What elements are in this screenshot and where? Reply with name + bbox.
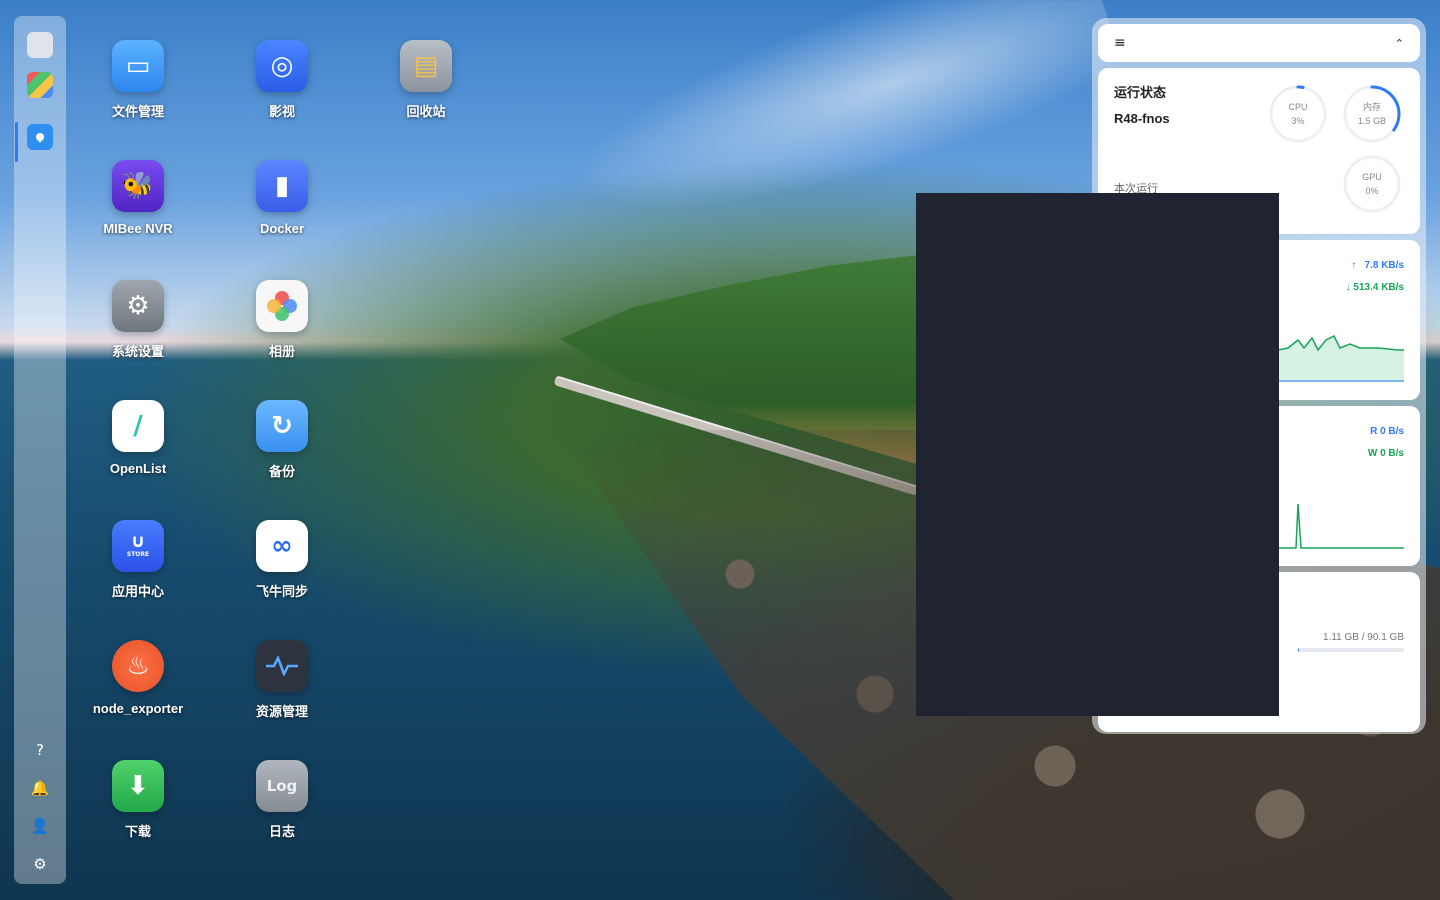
app-resource-monitor[interactable]: 资源管理 xyxy=(230,640,334,720)
dock-files-icon[interactable] xyxy=(27,32,53,58)
dock: ? 🔔 👤 ⚙ xyxy=(14,16,66,884)
folder-icon: ▭ xyxy=(112,40,164,92)
petals-graphic xyxy=(267,291,297,321)
gear-icon[interactable]: ⚙ xyxy=(30,854,50,874)
backup-icon: ↻ xyxy=(256,400,308,452)
cpu-label: CPU xyxy=(1288,102,1308,112)
app-label: 系统设置 xyxy=(111,344,164,359)
prometheus-icon: ♨ xyxy=(112,640,164,692)
app-label: 飞牛同步 xyxy=(255,584,308,599)
app-label: 文件管理 xyxy=(111,104,164,119)
settings-icon: ⚙ xyxy=(112,280,164,332)
film-camera-icon: ◎ xyxy=(256,40,308,92)
gpu-label: GPU xyxy=(1362,172,1382,182)
app-label: 影视 xyxy=(268,104,295,119)
bee-icon: 🐝 xyxy=(112,160,164,212)
user-icon[interactable]: 👤 xyxy=(30,816,50,836)
app-label: 下载 xyxy=(124,824,151,839)
gpu-value: 0% xyxy=(1365,186,1379,196)
openlist-icon: ∕ xyxy=(112,400,164,452)
pulse-monitor-icon xyxy=(256,640,308,692)
dark-window[interactable] xyxy=(916,193,1279,716)
app-recycle-bin[interactable]: ▤ 回收站 xyxy=(374,40,478,120)
app-label: 资源管理 xyxy=(255,704,308,719)
app-logs[interactable]: Log 日志 xyxy=(230,760,334,840)
storage-usage: 1.11 GB / 90.1 GB xyxy=(1323,632,1404,643)
memory-label: 内存 xyxy=(1362,102,1381,112)
cpu-gauge: CPU 3% xyxy=(1268,84,1328,144)
app-store[interactable]: ∪ STORE 应用中心 xyxy=(86,520,190,600)
list-menu-icon[interactable]: ≡ xyxy=(1114,35,1126,51)
download-icon: ⬇ xyxy=(112,760,164,812)
app-openlist[interactable]: ∕ OpenList xyxy=(86,400,190,476)
app-sync[interactable]: ∞ 飞牛同步 xyxy=(230,520,334,600)
memory-value: 1.5 GB xyxy=(1357,116,1386,126)
app-mibee-nvr[interactable]: 🐝 MIBee NVR xyxy=(86,160,190,236)
log-badge: Log xyxy=(266,777,298,795)
pulse-graphic xyxy=(266,656,298,676)
app-label: 相册 xyxy=(268,344,295,359)
gpu-gauge: GPU 0% xyxy=(1342,154,1402,214)
sync-icon: ∞ xyxy=(256,520,308,572)
app-file-manager[interactable]: ▭ 文件管理 xyxy=(86,40,190,120)
cpu-value: 3% xyxy=(1291,116,1305,126)
store-badge: STORE xyxy=(126,551,150,558)
docker-whale-icon: ▮ xyxy=(256,160,308,212)
app-photos[interactable]: 相册 xyxy=(230,280,334,360)
app-node-exporter[interactable]: ♨ node_exporter xyxy=(86,640,190,716)
storage-fill xyxy=(1298,648,1300,652)
app-label: node_exporter xyxy=(92,701,184,716)
app-label: 备份 xyxy=(268,464,295,479)
app-label: 回收站 xyxy=(406,104,446,119)
dock-grid-icon[interactable] xyxy=(27,72,53,98)
bell-icon[interactable]: 🔔 xyxy=(30,778,50,798)
app-label: OpenList xyxy=(109,461,167,476)
trash-icon: ▤ xyxy=(400,40,452,92)
app-label: 应用中心 xyxy=(111,584,164,599)
dock-location-pin-icon[interactable] xyxy=(15,122,53,162)
photo-petals-icon xyxy=(256,280,308,332)
app-video[interactable]: ◎ 影视 xyxy=(230,40,334,120)
app-label: MIBee NVR xyxy=(103,221,173,236)
help-icon[interactable]: ? xyxy=(30,740,50,760)
active-indicator xyxy=(15,122,18,162)
widget-header: ≡ ⌃ xyxy=(1098,24,1420,62)
memory-gauge: 内存 1.5 GB xyxy=(1342,84,1402,144)
store-bag-icon: ∪ STORE xyxy=(112,520,164,572)
chevron-double-up-icon[interactable]: ⌃ xyxy=(1395,37,1404,50)
app-backup[interactable]: ↻ 备份 xyxy=(230,400,334,480)
app-download[interactable]: ⬇ 下载 xyxy=(86,760,190,840)
app-label: 日志 xyxy=(268,824,295,839)
app-docker[interactable]: ▮ Docker xyxy=(230,160,334,236)
dock-bottom: ? 🔔 👤 ⚙ xyxy=(14,740,66,874)
log-icon: Log xyxy=(256,760,308,812)
app-system-settings[interactable]: ⚙ 系统设置 xyxy=(86,280,190,360)
app-label: Docker xyxy=(259,221,305,236)
storage-bar xyxy=(1298,648,1404,652)
